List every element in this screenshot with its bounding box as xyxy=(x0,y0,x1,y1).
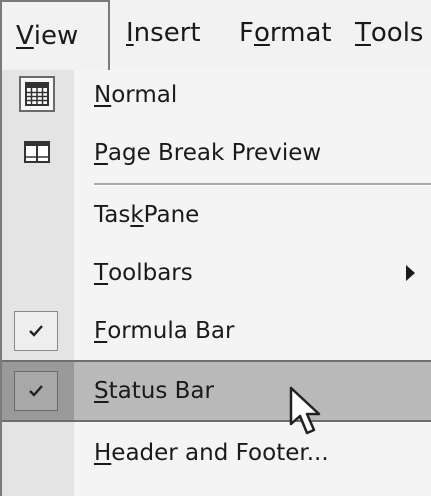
menu-item-task-pane-label: Tas k Pane xyxy=(94,186,199,244)
menu-item-formula-bar-rest: ormula Bar xyxy=(107,318,235,344)
menu-item-toolbars-rest: oolbars xyxy=(108,260,193,286)
menu-insert-mnemonic: I xyxy=(126,18,134,48)
normal-grid-icon xyxy=(19,76,55,112)
menu-item-toolbars[interactable]: Toolbars xyxy=(2,244,431,302)
menu-item-formula-bar-label: Formula Bar xyxy=(94,302,234,360)
menu-item-toolbars-mnemonic: T xyxy=(94,260,109,286)
menu-item-page-break-preview[interactable]: Page Break Preview xyxy=(2,124,431,182)
menu-tools-mnemonic: T xyxy=(355,18,371,48)
menu-bar: View Insert Fo rmat Tools xyxy=(0,0,431,70)
menu-item-formula-bar-mnemonic: F xyxy=(94,318,108,344)
menu-format[interactable]: Fo rmat xyxy=(239,0,332,66)
menu-item-normal-rest: ormal xyxy=(111,82,178,108)
menu-format-before: F xyxy=(239,18,254,48)
view-dropdown-menu: Normal Page Break Preview Tas k Pane Tool… xyxy=(0,66,431,496)
page-break-preview-icon xyxy=(19,134,55,170)
menu-view[interactable]: View xyxy=(0,0,110,70)
menu-tools-rest: ools xyxy=(370,18,424,48)
menu-format-rest: rmat xyxy=(269,18,332,48)
menu-item-status-bar-rest: tatus Bar xyxy=(108,378,214,404)
checkmark-icon xyxy=(14,311,58,351)
menu-insert-rest: nsert xyxy=(133,18,201,48)
menu-item-status-bar-label: Status Bar xyxy=(94,362,214,420)
menu-item-page-break-preview-rest: age Break Preview xyxy=(107,140,322,166)
menu-format-mnemonic: o xyxy=(253,18,270,48)
mouse-pointer-icon xyxy=(289,386,325,442)
menu-item-toolbars-label: Toolbars xyxy=(94,244,193,302)
menu-item-task-pane-before: Tas xyxy=(94,202,131,228)
menu-item-header-and-footer[interactable]: Header and Footer... xyxy=(2,424,431,482)
submenu-arrow-icon xyxy=(406,265,415,281)
menu-view-mnemonic: V xyxy=(16,21,34,51)
menu-item-page-break-preview-label: Page Break Preview xyxy=(94,124,321,182)
menu-item-normal[interactable]: Normal xyxy=(2,66,431,124)
menu-item-task-pane[interactable]: Tas k Pane xyxy=(2,186,431,244)
menu-item-header-and-footer-mnemonic: H xyxy=(94,440,112,466)
menu-item-status-bar-mnemonic: S xyxy=(94,378,109,404)
menu-item-status-bar[interactable]: Status Bar xyxy=(2,360,431,422)
menu-item-header-and-footer-rest: eader and Footer... xyxy=(111,440,329,466)
menu-item-formula-bar[interactable]: Formula Bar xyxy=(2,302,431,360)
menu-item-normal-label: Normal xyxy=(94,66,177,124)
checkmark-icon xyxy=(14,371,58,411)
menu-insert[interactable]: Insert xyxy=(126,0,201,66)
menu-item-task-pane-mnemonic: k xyxy=(130,202,144,228)
menu-item-normal-mnemonic: N xyxy=(94,82,112,108)
menu-tools[interactable]: Tools xyxy=(355,0,423,66)
menu-view-rest: iew xyxy=(33,21,79,51)
menu-item-task-pane-rest: Pane xyxy=(143,202,200,228)
menu-item-page-break-preview-mnemonic: P xyxy=(94,140,108,166)
